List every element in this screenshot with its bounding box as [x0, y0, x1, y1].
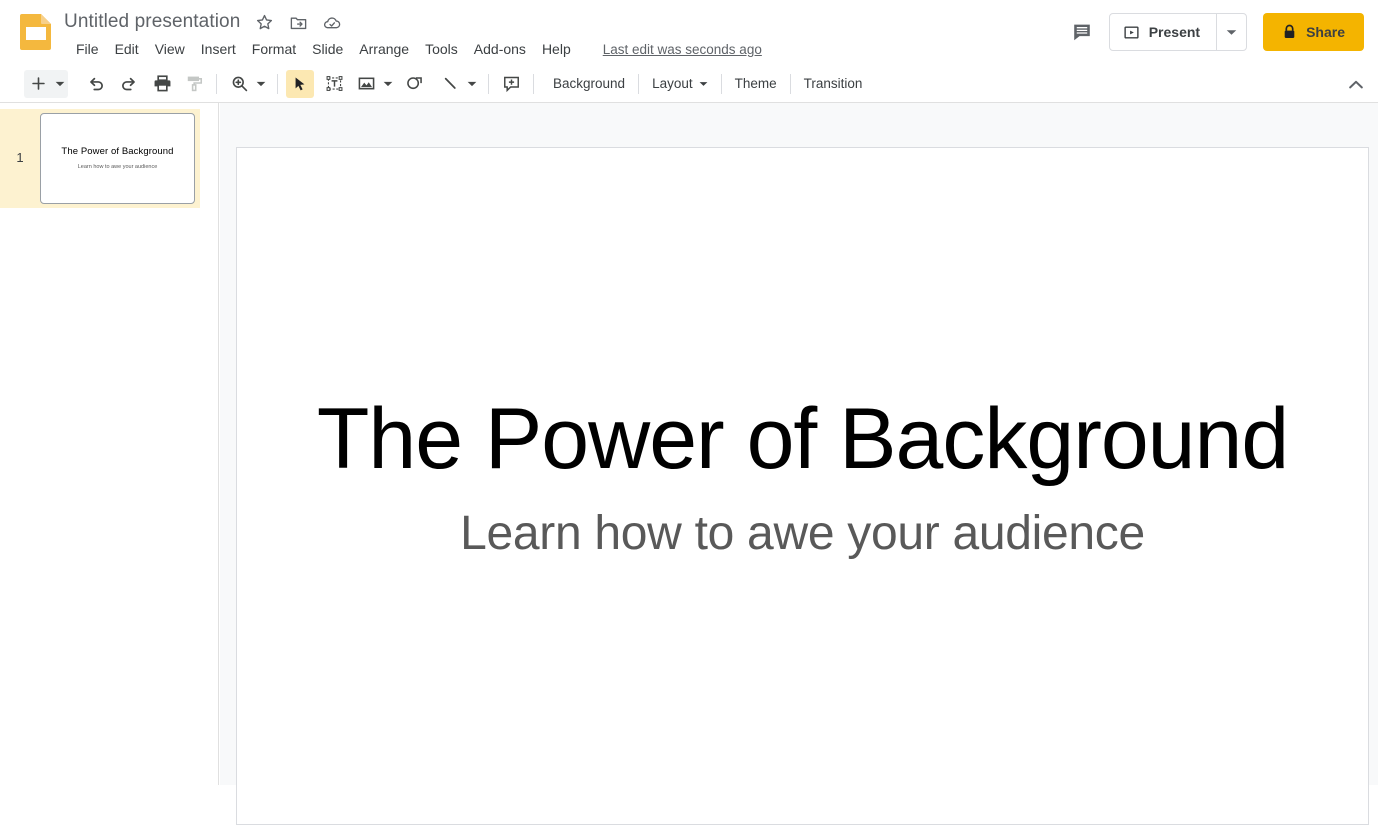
zoom-button[interactable] — [225, 70, 253, 98]
menu-item-file[interactable]: File — [68, 39, 107, 59]
present-label: Present — [1148, 24, 1201, 40]
toolbar-divider — [533, 73, 534, 94]
slides-logo-icon[interactable] — [18, 13, 54, 51]
chevron-down-icon — [1226, 29, 1237, 36]
menu-item-format[interactable]: Format — [244, 39, 304, 59]
slide-subtitle-textbox[interactable]: Learn how to awe your audience — [237, 510, 1368, 558]
share-button[interactable]: Share — [1263, 13, 1364, 51]
menu-item-help[interactable]: Help — [534, 39, 579, 59]
toolbar-divider — [216, 73, 217, 94]
top-bar: Untitled presentation File Edit View Ins… — [0, 0, 1378, 65]
document-title-row: Untitled presentation — [64, 8, 342, 36]
present-play-icon — [1123, 24, 1140, 41]
chevron-down-icon — [467, 81, 477, 87]
present-button[interactable]: Present — [1110, 14, 1216, 50]
move-to-folder-icon[interactable] — [288, 12, 308, 32]
slide-thumbnail[interactable]: The Power of Background Learn how to awe… — [40, 113, 195, 204]
line-button[interactable] — [436, 70, 464, 98]
new-slide-dropdown-caret[interactable] — [52, 70, 68, 98]
filmstrip-slide-1[interactable]: 1 The Power of Background Learn how to a… — [0, 109, 200, 208]
toolbar-divider — [638, 73, 640, 94]
present-dropdown-caret[interactable] — [1216, 14, 1246, 50]
toolbar-divider — [720, 73, 722, 94]
undo-button[interactable] — [82, 70, 110, 98]
star-icon[interactable] — [254, 12, 274, 32]
menu-item-slide[interactable]: Slide — [304, 39, 351, 59]
chevron-down-icon — [256, 81, 266, 87]
cloud-saved-icon[interactable] — [322, 12, 342, 32]
background-button[interactable]: Background — [542, 71, 636, 96]
share-label: Share — [1306, 24, 1345, 40]
menu-bar: File Edit View Insert Format Slide Arran… — [68, 38, 762, 60]
toolbar-divider — [789, 73, 791, 94]
chevron-up-icon[interactable] — [1342, 70, 1370, 98]
paint-format-button[interactable] — [180, 70, 208, 98]
slide-editor[interactable]: The Power of Background Learn how to awe… — [236, 147, 1369, 825]
slide-number: 1 — [16, 150, 24, 165]
toolbar-divider — [277, 73, 278, 94]
toolbar-divider — [488, 73, 489, 94]
present-button-group: Present — [1108, 13, 1248, 51]
menu-item-tools[interactable]: Tools — [417, 39, 466, 59]
slide-title-textbox[interactable]: The Power of Background — [237, 396, 1368, 482]
chevron-down-icon — [55, 81, 65, 87]
theme-button[interactable]: Theme — [724, 71, 788, 96]
top-bar-actions: Present Share — [1063, 13, 1364, 51]
slide-thumbnail-title: The Power of Background — [61, 146, 174, 157]
transition-button[interactable]: Transition — [793, 71, 874, 96]
add-comment-button[interactable] — [497, 70, 525, 98]
shape-button[interactable] — [400, 70, 428, 98]
layout-button[interactable]: Layout — [641, 71, 719, 96]
lock-icon — [1282, 24, 1297, 40]
menu-item-arrange[interactable]: Arrange — [351, 39, 417, 59]
menu-item-add-ons[interactable]: Add-ons — [466, 39, 534, 59]
redo-button[interactable] — [114, 70, 142, 98]
line-dropdown-caret[interactable] — [464, 70, 480, 98]
chevron-down-icon — [383, 81, 393, 87]
menu-item-insert[interactable]: Insert — [193, 39, 244, 59]
layout-label: Layout — [652, 76, 693, 91]
document-title[interactable]: Untitled presentation — [64, 11, 240, 33]
slide-filmstrip-panel[interactable]: 1 The Power of Background Learn how to a… — [0, 103, 219, 785]
slide-canvas-area[interactable]: The Power of Background Learn how to awe… — [220, 103, 1378, 825]
menu-item-edit[interactable]: Edit — [107, 39, 147, 59]
insert-image-dropdown-caret[interactable] — [380, 70, 396, 98]
zoom-dropdown-caret[interactable] — [253, 70, 269, 98]
chevron-down-icon — [699, 81, 708, 87]
select-tool-button[interactable] — [286, 69, 314, 98]
new-slide-group — [24, 69, 68, 98]
menu-item-view[interactable]: View — [147, 39, 193, 59]
print-button[interactable] — [148, 70, 176, 98]
text-box-button[interactable] — [320, 70, 348, 98]
insert-image-button[interactable] — [352, 70, 380, 98]
last-edit-status[interactable]: Last edit was seconds ago — [603, 42, 762, 57]
new-slide-button[interactable] — [24, 70, 52, 98]
comment-icon[interactable] — [1063, 13, 1101, 51]
toolbar: Background Layout Theme Transition — [0, 65, 1378, 103]
slide-thumbnail-subtitle: Learn how to awe your audience — [77, 164, 158, 170]
